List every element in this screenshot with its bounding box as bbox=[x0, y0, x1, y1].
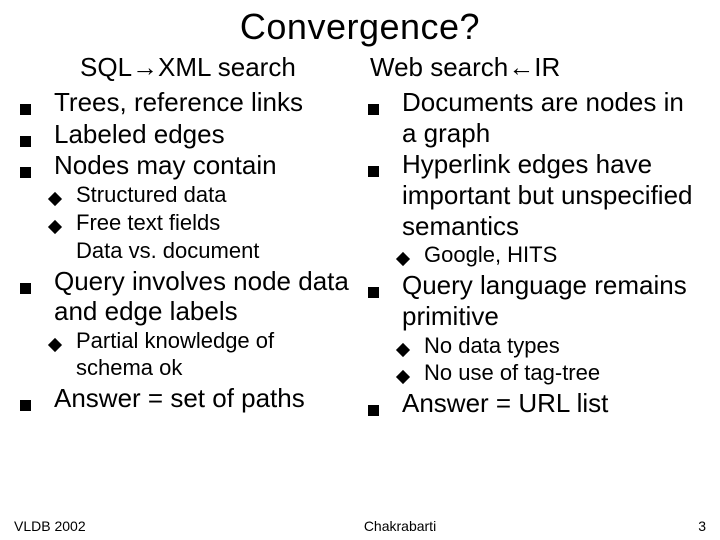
list-text: Trees, reference links bbox=[54, 87, 350, 118]
left-heading: SQL→XML search bbox=[10, 52, 350, 83]
slide: Convergence? SQL→XML search Trees, refer… bbox=[0, 0, 720, 540]
list-text: Data vs. document bbox=[76, 238, 350, 265]
list-item: Answer = URL list bbox=[358, 388, 698, 419]
list-text: Query language remains primitive bbox=[402, 270, 698, 331]
list-subitem: Partial knowledge of schema ok bbox=[10, 328, 350, 382]
list-text: Answer = URL list bbox=[402, 388, 698, 419]
list-text: Labeled edges bbox=[54, 119, 350, 150]
list-text: Structured data bbox=[76, 182, 350, 209]
diamond-bullet-icon bbox=[398, 242, 424, 269]
list-subitem: No data types bbox=[358, 333, 698, 360]
footer: VLDB 2002 Chakrabarti 3 bbox=[0, 518, 720, 534]
square-bullet-icon bbox=[358, 149, 402, 241]
list-item: Labeled edges bbox=[10, 119, 350, 150]
list-subitem: No use of tag-tree bbox=[358, 360, 698, 387]
left-column: SQL→XML search Trees, reference links La… bbox=[4, 52, 354, 420]
list-item: Documents are nodes in a graph bbox=[358, 87, 698, 148]
list-item: Hyperlink edges have important but unspe… bbox=[358, 149, 698, 241]
list-text: Hyperlink edges have important but unspe… bbox=[402, 149, 698, 241]
list-text: No data types bbox=[424, 333, 698, 360]
list-text: Documents are nodes in a graph bbox=[402, 87, 698, 148]
slide-title: Convergence? bbox=[0, 0, 720, 48]
list-subitem: Data vs. document bbox=[10, 238, 350, 265]
square-bullet-icon bbox=[358, 270, 402, 331]
list-text: Answer = set of paths bbox=[54, 383, 350, 414]
list-text: Google, HITS bbox=[424, 242, 698, 269]
list-text: Free text fields bbox=[76, 210, 350, 237]
columns: SQL→XML search Trees, reference links La… bbox=[0, 52, 720, 420]
footer-page-number: 3 bbox=[666, 518, 706, 534]
diamond-bullet-icon bbox=[398, 360, 424, 387]
diamond-bullet-icon bbox=[50, 210, 76, 237]
diamond-bullet-icon bbox=[50, 328, 76, 382]
list-subitem: Structured data bbox=[10, 182, 350, 209]
list-subitem: Google, HITS bbox=[358, 242, 698, 269]
list-text: Nodes may contain bbox=[54, 150, 350, 181]
right-heading: Web search←IR bbox=[358, 52, 698, 83]
list-item: Nodes may contain bbox=[10, 150, 350, 181]
list-item: Trees, reference links bbox=[10, 87, 350, 118]
diamond-bullet-icon bbox=[398, 333, 424, 360]
square-bullet-icon bbox=[10, 150, 54, 181]
square-bullet-icon bbox=[358, 87, 402, 148]
square-bullet-icon bbox=[10, 87, 54, 118]
list-subitem: Free text fields bbox=[10, 210, 350, 237]
list-text: Partial knowledge of schema ok bbox=[76, 328, 350, 382]
right-column: Web search←IR Documents are nodes in a g… bbox=[354, 52, 716, 420]
footer-left: VLDB 2002 bbox=[14, 518, 134, 534]
list-text: Query involves node data and edge labels bbox=[54, 266, 350, 327]
list-item: Answer = set of paths bbox=[10, 383, 350, 414]
square-bullet-icon bbox=[358, 388, 402, 419]
footer-center: Chakrabarti bbox=[134, 518, 666, 534]
square-bullet-icon bbox=[10, 383, 54, 414]
list-item: Query language remains primitive bbox=[358, 270, 698, 331]
diamond-bullet-icon bbox=[50, 182, 76, 209]
square-bullet-icon bbox=[10, 266, 54, 327]
list-text: No use of tag-tree bbox=[424, 360, 698, 387]
square-bullet-icon bbox=[10, 119, 54, 150]
list-item: Query involves node data and edge labels bbox=[10, 266, 350, 327]
